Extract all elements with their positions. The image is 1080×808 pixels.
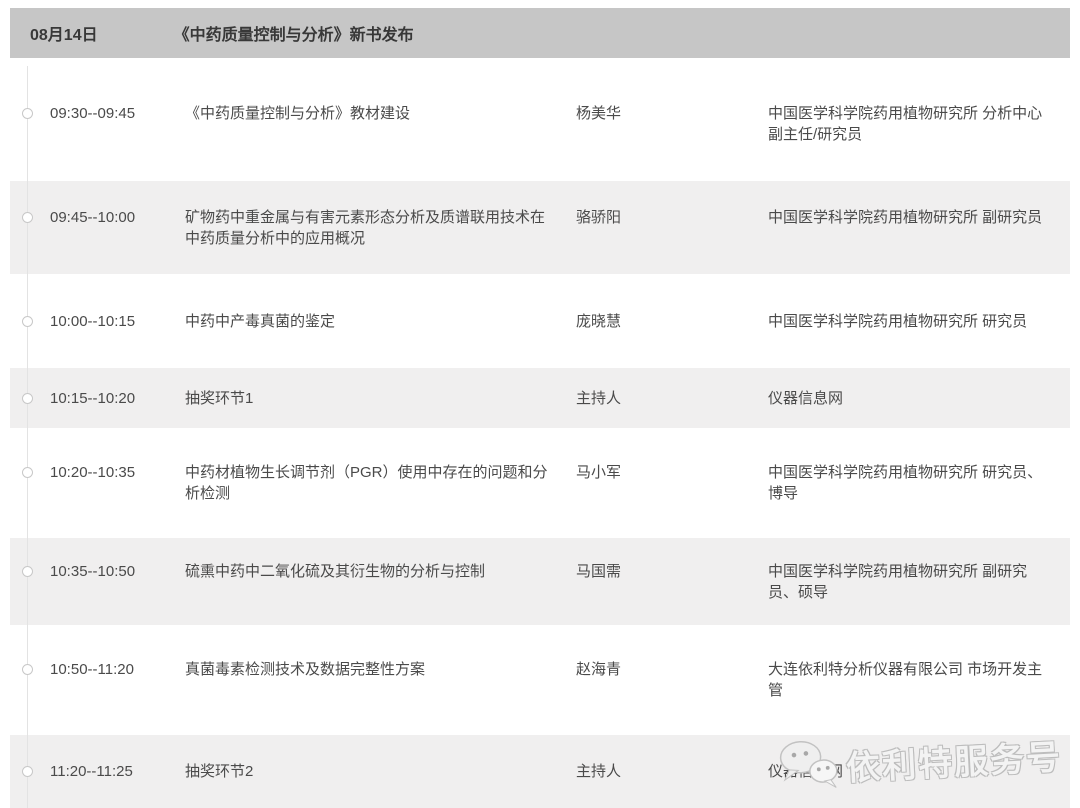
session-time: 09:45--10:00 bbox=[50, 207, 185, 228]
schedule-row: 10:35--10:50 硫熏中药中二氧化硫及其衍生物的分析与控制 马国需 中国… bbox=[10, 538, 1070, 625]
schedule-row: 11:20--11:25 抽奖环节2 主持人 仪器信息网 bbox=[10, 735, 1070, 808]
session-affiliation: 仪器信息网 bbox=[768, 388, 1056, 409]
session-time: 10:00--10:15 bbox=[50, 311, 185, 332]
session-speaker: 主持人 bbox=[576, 761, 768, 782]
session-topic: 硫熏中药中二氧化硫及其衍生物的分析与控制 bbox=[185, 561, 576, 582]
session-affiliation: 中国医学科学院药用植物研究所 研究员、博导 bbox=[768, 462, 1056, 504]
session-topic: 真菌毒素检测技术及数据完整性方案 bbox=[185, 659, 576, 680]
session-time: 10:50--11:20 bbox=[50, 659, 185, 680]
timeline-line bbox=[27, 66, 28, 808]
schedule-row: 10:00--10:15 中药中产毒真菌的鉴定 庞晓慧 中国医学科学院药用植物研… bbox=[10, 274, 1070, 368]
session-time: 10:20--10:35 bbox=[50, 462, 185, 483]
session-affiliation: 大连依利特分析仪器有限公司 市场开发主管 bbox=[768, 659, 1056, 701]
session-topic: 中药中产毒真菌的鉴定 bbox=[185, 311, 576, 332]
session-topic: 抽奖环节1 bbox=[185, 388, 576, 409]
session-speaker: 主持人 bbox=[576, 388, 768, 409]
timeline-dot-icon bbox=[22, 566, 33, 577]
session-time: 09:30--09:45 bbox=[50, 103, 185, 124]
timeline-dot-icon bbox=[22, 766, 33, 777]
session-affiliation: 中国医学科学院药用植物研究所 分析中心副主任/研究员 bbox=[768, 103, 1056, 145]
timeline-dot-icon bbox=[22, 212, 33, 223]
session-topic: 《中药质量控制与分析》教材建设 bbox=[185, 103, 576, 124]
session-affiliation: 仪器信息网 bbox=[768, 761, 1056, 782]
session-speaker: 马小军 bbox=[576, 462, 768, 483]
session-time: 10:35--10:50 bbox=[50, 561, 185, 582]
timeline-dot-icon bbox=[22, 664, 33, 675]
session-speaker: 马国需 bbox=[576, 561, 768, 582]
timeline-dot-icon bbox=[22, 108, 33, 119]
session-topic: 中药材植物生长调节剂（PGR）使用中存在的问题和分析检测 bbox=[185, 462, 576, 504]
session-affiliation: 中国医学科学院药用植物研究所 副研究员 bbox=[768, 207, 1056, 228]
session-topic: 矿物药中重金属与有害元素形态分析及质谱联用技术在中药质量分析中的应用概况 bbox=[185, 207, 576, 249]
session-affiliation: 中国医学科学院药用植物研究所 研究员 bbox=[768, 311, 1056, 332]
session-topic: 抽奖环节2 bbox=[185, 761, 576, 782]
session-time: 11:20--11:25 bbox=[50, 761, 185, 782]
schedule-row: 09:30--09:45 《中药质量控制与分析》教材建设 杨美华 中国医学科学院… bbox=[10, 66, 1070, 181]
schedule-row: 09:45--10:00 矿物药中重金属与有害元素形态分析及质谱联用技术在中药质… bbox=[10, 181, 1070, 274]
session-title: 《中药质量控制与分析》新书发布 bbox=[174, 21, 414, 45]
session-header-bar: 08月14日 《中药质量控制与分析》新书发布 bbox=[10, 8, 1070, 58]
session-speaker: 骆骄阳 bbox=[576, 207, 768, 228]
session-speaker: 杨美华 bbox=[576, 103, 768, 124]
session-time: 10:15--10:20 bbox=[50, 388, 185, 409]
schedule-row: 10:20--10:35 中药材植物生长调节剂（PGR）使用中存在的问题和分析检… bbox=[10, 428, 1070, 538]
schedule-rows: 09:30--09:45 《中药质量控制与分析》教材建设 杨美华 中国医学科学院… bbox=[10, 66, 1070, 808]
schedule-row: 10:50--11:20 真菌毒素检测技术及数据完整性方案 赵海青 大连依利特分… bbox=[10, 625, 1070, 735]
session-speaker: 赵海青 bbox=[576, 659, 768, 680]
session-affiliation: 中国医学科学院药用植物研究所 副研究员、硕导 bbox=[768, 561, 1056, 603]
schedule-row: 10:15--10:20 抽奖环节1 主持人 仪器信息网 bbox=[10, 368, 1070, 428]
session-speaker: 庞晓慧 bbox=[576, 311, 768, 332]
timeline-dot-icon bbox=[22, 467, 33, 478]
schedule-page: 08月14日 《中药质量控制与分析》新书发布 09:30--09:45 《中药质… bbox=[0, 0, 1080, 808]
timeline-dot-icon bbox=[22, 393, 33, 404]
session-date: 08月14日 bbox=[30, 21, 98, 45]
timeline-dot-icon bbox=[22, 316, 33, 327]
